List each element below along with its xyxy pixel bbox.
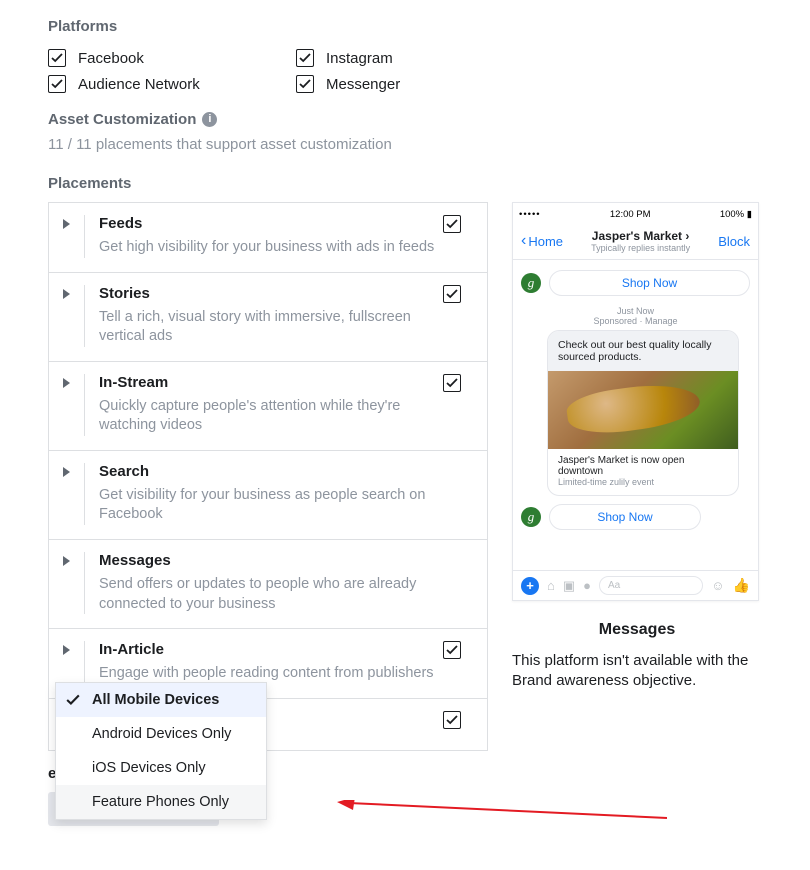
device-option-ios-devices-only[interactable]: iOS Devices Only <box>56 751 266 785</box>
placement-title: Search <box>99 463 473 480</box>
placement-desc: Get visibility for your business as peop… <box>99 486 473 525</box>
device-dropdown-menu: All Mobile DevicesAndroid Devices OnlyiO… <box>55 682 267 820</box>
placement-title: Stories <box>99 285 435 302</box>
sponsored-label: Sponsored · Manage <box>593 316 677 326</box>
placement-feeds[interactable]: Feeds Get high visibility for your busine… <box>49 203 487 273</box>
placement-in-stream[interactable]: In-Stream Quickly capture people's attent… <box>49 362 487 451</box>
checkbox-instagram[interactable] <box>296 49 314 67</box>
platform-label: Facebook <box>78 50 144 67</box>
placements-list: Feeds Get high visibility for your busine… <box>48 202 488 751</box>
placement-desc: Engage with people reading content from … <box>99 664 435 684</box>
divider <box>84 641 85 684</box>
platform-label: Instagram <box>326 50 393 67</box>
placement-title: Feeds <box>99 215 435 232</box>
caret-right-icon <box>63 378 70 388</box>
divider <box>84 285 85 347</box>
caret-right-icon <box>63 556 70 566</box>
divider <box>84 463 85 525</box>
checkbox-audience-network[interactable] <box>48 75 66 93</box>
timestamp-label: Just Now <box>617 306 654 316</box>
chat-input-bar: + ⌂ ▣ ● Aa ☺ 👍 <box>513 570 758 600</box>
avatar: g <box>521 507 541 527</box>
placement-checkbox[interactable] <box>443 215 461 233</box>
ad-card-image <box>548 371 738 449</box>
preview-description: This platform isn't available with the B… <box>512 651 762 692</box>
placement-desc: Tell a rich, visual story with immersive… <box>99 308 435 347</box>
add-icon[interactable]: + <box>521 577 539 595</box>
divider <box>84 552 85 614</box>
placement-desc: Get high visibility for your business wi… <box>99 238 435 258</box>
preview-title: Messages <box>512 621 762 639</box>
device-option-android-devices-only[interactable]: Android Devices Only <box>56 717 266 751</box>
ad-card[interactable]: Check out our best quality locally sourc… <box>547 330 739 496</box>
chat-header-title: Jasper's Market › <box>591 229 690 243</box>
placement-checkbox[interactable] <box>443 711 461 729</box>
signal-icon: ••••• <box>519 209 541 220</box>
caret-right-icon <box>63 219 70 229</box>
checkbox-messenger[interactable] <box>296 75 314 93</box>
shop-now-button[interactable]: Shop Now <box>549 270 750 296</box>
divider <box>84 215 85 258</box>
asset-customization-heading: Asset Customization <box>48 111 196 128</box>
phone-status-bar: ••••• 12:00 PM 100% ▮ <box>513 203 758 225</box>
platforms-heading: Platforms <box>48 18 762 35</box>
device-option-all-mobile-devices[interactable]: All Mobile Devices <box>56 683 266 717</box>
chat-text-input[interactable]: Aa <box>599 576 703 595</box>
mic-icon[interactable]: ● <box>583 578 591 593</box>
ad-card-title: Jasper's Market is now open downtown <box>558 455 728 477</box>
status-time: 12:00 PM <box>610 209 651 220</box>
caret-right-icon <box>63 289 70 299</box>
asset-customization-sub: 11 / 11 placements that support asset cu… <box>48 136 762 153</box>
nav-block-link[interactable]: Block <box>718 234 750 249</box>
avatar: g <box>521 273 541 293</box>
nav-home-link[interactable]: ‹Home <box>521 232 563 250</box>
placement-stories[interactable]: Stories Tell a rich, visual story with im… <box>49 273 487 362</box>
placement-checkbox[interactable] <box>443 641 461 659</box>
platform-label: Audience Network <box>78 76 200 93</box>
placement-title: In-Stream <box>99 374 435 391</box>
chevron-left-icon: ‹ <box>521 232 526 250</box>
placements-heading: Placements <box>48 175 762 192</box>
camera-icon[interactable]: ⌂ <box>547 578 555 593</box>
shop-now-button[interactable]: Shop Now <box>549 504 701 530</box>
placement-messages[interactable]: Messages Send offers or updates to people… <box>49 540 487 629</box>
placement-checkbox[interactable] <box>443 374 461 392</box>
ad-card-headline: Check out our best quality locally sourc… <box>548 331 738 371</box>
chat-header-sub: Typically replies instantly <box>591 243 690 253</box>
device-option-feature-phones-only[interactable]: Feature Phones Only <box>56 785 266 819</box>
placement-search[interactable]: Search Get visibility for your business a… <box>49 451 487 540</box>
ad-preview-phone: ••••• 12:00 PM 100% ▮ ‹Home Jasper's Mar… <box>512 202 759 601</box>
platform-checkbox-group: Facebook Instagram Audience Network Mess… <box>48 45 762 97</box>
check-icon <box>66 693 80 711</box>
ad-card-subtitle: Limited-time zulily event <box>558 477 728 487</box>
emoji-icon[interactable]: ☺ <box>711 578 724 593</box>
like-icon[interactable]: 👍 <box>733 577 750 594</box>
caret-right-icon <box>63 467 70 477</box>
divider <box>84 374 85 436</box>
placement-title: Messages <box>99 552 473 569</box>
info-icon[interactable]: i <box>202 112 217 127</box>
caret-right-icon <box>63 645 70 655</box>
image-icon[interactable]: ▣ <box>563 578 575 594</box>
placement-desc: Quickly capture people's attention while… <box>99 397 435 436</box>
placement-title: In-Article <box>99 641 435 658</box>
battery-icon: 100% ▮ <box>720 209 752 220</box>
platform-label: Messenger <box>326 76 400 93</box>
placement-checkbox[interactable] <box>443 285 461 303</box>
checkbox-facebook[interactable] <box>48 49 66 67</box>
placement-desc: Send offers or updates to people who are… <box>99 575 473 614</box>
